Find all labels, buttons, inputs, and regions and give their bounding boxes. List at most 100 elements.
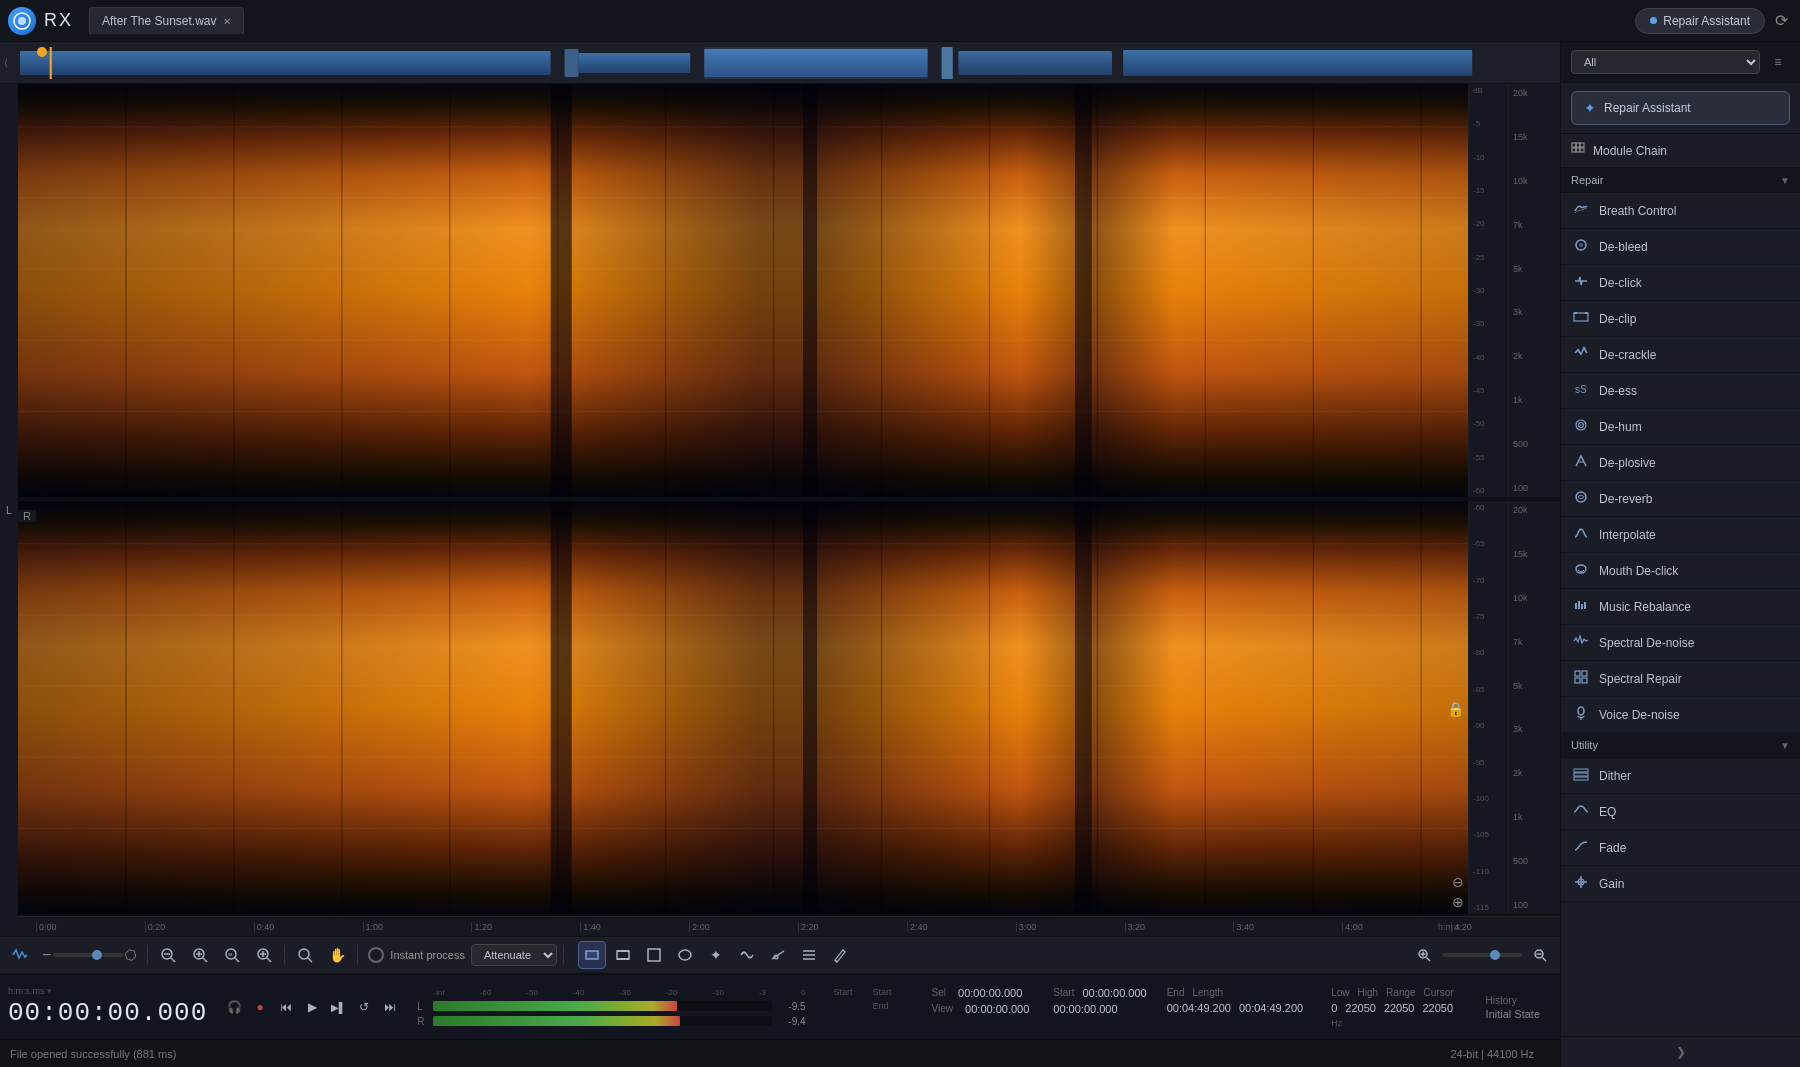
partials-selection-button[interactable] (764, 941, 792, 969)
module-spectral-de-noise[interactable]: Spectral De-noise (1561, 625, 1800, 661)
module-spectral-repair[interactable]: Spectral Repair (1561, 661, 1800, 697)
module-music-rebalance[interactable]: Music Rebalance (1561, 589, 1800, 625)
module-gain[interactable]: Gain (1561, 866, 1800, 902)
meter-scale: -Inf -60 -50 -40 -30 -20 -10 -3 0 (433, 988, 805, 997)
time-selection-button[interactable] (578, 941, 606, 969)
svg-line-85 (835, 960, 837, 962)
tick-340: 3:40 (1233, 922, 1342, 932)
zoom-slider-right[interactable] (1442, 953, 1522, 957)
zoom-increase-icon[interactable]: ⬡ (121, 945, 141, 965)
tab-close-icon[interactable]: ✕ (223, 16, 231, 27)
instant-process-toggle[interactable] (368, 947, 384, 963)
zoom-in-icon[interactable]: ⊕ (1452, 894, 1464, 910)
zoom-fit-button[interactable]: ≡ (218, 941, 246, 969)
repair-assistant-label: Repair Assistant (1663, 14, 1750, 28)
freq-10k: 10k (1513, 176, 1556, 186)
record-button[interactable]: ● (249, 996, 271, 1018)
collapse-overview-button[interactable]: ⟨ (4, 57, 20, 68)
more-modules-button[interactable]: ❯ (1561, 1036, 1800, 1067)
svg-rect-3 (565, 49, 579, 77)
module-fade[interactable]: Fade (1561, 830, 1800, 866)
section-utility-header[interactable]: Utility ▼ (1561, 733, 1800, 758)
play-button[interactable]: ▶ (301, 996, 323, 1018)
spec-top-channel[interactable]: 20k 15k 10k 7k 5k 3k 2k 1k 500 100 (18, 84, 1560, 499)
module-de-crackle[interactable]: De-crackle (1561, 337, 1800, 373)
module-de-reverb[interactable]: De-reverb (1561, 481, 1800, 517)
loop-button[interactable]: ↺ (353, 996, 375, 1018)
meter-scale-row: -Inf -60 -50 -40 -30 -20 -10 -3 0 (417, 988, 805, 997)
overview-waveform[interactable] (20, 47, 1556, 79)
spectrogram-container[interactable]: L (0, 84, 1560, 936)
voice-de-noise-label: Voice De-noise (1599, 708, 1680, 722)
module-filter-select[interactable]: All Repair Utility (1571, 50, 1760, 74)
zoom-selection-button[interactable] (250, 941, 278, 969)
spectral-selection-button[interactable] (640, 941, 668, 969)
right-panel-menu-button[interactable]: ≡ (1766, 50, 1790, 74)
process-mode-select[interactable]: Attenuate Replace Clone (471, 944, 557, 966)
breath-control-label: Breath Control (1599, 204, 1676, 218)
module-mouth-de-click[interactable]: Mouth De-click (1561, 553, 1800, 589)
skip-back-button[interactable]: ⏮ (275, 996, 297, 1018)
module-dither[interactable]: Dither (1561, 758, 1800, 794)
freq-500: 500 (1513, 439, 1556, 449)
module-de-ess[interactable]: sS De-ess (1561, 373, 1800, 409)
zoom-out-button[interactable] (154, 941, 182, 969)
select-zoom-button[interactable] (291, 941, 319, 969)
freq-15k-bot: 15k (1513, 549, 1556, 559)
fade-icon (1571, 838, 1591, 857)
module-interpolate[interactable]: Interpolate (1561, 517, 1800, 553)
module-de-clip[interactable]: De-clip (1561, 301, 1800, 337)
zoom-in-right-button[interactable] (1410, 941, 1438, 969)
spectrogram-view[interactable]: L (0, 84, 1560, 936)
skip-forward-button[interactable]: ⏭ (379, 996, 401, 1018)
svg-line-87 (1427, 958, 1431, 962)
lasso-selection-button[interactable] (671, 941, 699, 969)
module-de-plosive[interactable]: De-plosive (1561, 445, 1800, 481)
waveform-overview[interactable]: ⟨ (0, 42, 1560, 84)
zoom-slider[interactable] (53, 953, 123, 957)
play-selection-button[interactable]: ▶▌ (327, 996, 349, 1018)
file-tab[interactable]: After The Sunset.wav ✕ (89, 7, 244, 34)
module-voice-de-noise[interactable]: Voice De-noise (1561, 697, 1800, 733)
right-panel: All Repair Utility ≡ ✦ Repair Assistant (1560, 42, 1800, 1067)
harmonic-selection-button[interactable] (733, 941, 761, 969)
magic-wand-button[interactable]: ✦ (702, 941, 730, 969)
tick-140: 1:40 (580, 922, 689, 932)
repair-assistant-module-button[interactable]: ✦ Repair Assistant (1571, 91, 1790, 125)
zoom-out-icon[interactable]: ⊖ (1452, 874, 1464, 890)
right-panel-content: Repair ▼ Breath Control (1561, 168, 1800, 1036)
settings-icon[interactable]: ⟳ (1771, 7, 1792, 34)
freq-selection-button[interactable] (609, 941, 637, 969)
module-de-hum[interactable]: De-hum (1561, 409, 1800, 445)
zoom-out-right-button[interactable] (1526, 941, 1554, 969)
svg-line-62 (203, 958, 207, 962)
spectrogram-canvas[interactable]: 20k 15k 10k 7k 5k 3k 2k 1k 500 100 (18, 84, 1560, 936)
zoom-in-button[interactable] (186, 941, 214, 969)
gain-icon (1571, 874, 1591, 893)
pencil-tool-button[interactable] (826, 941, 854, 969)
hand-tool-button[interactable]: ✋ (323, 941, 351, 969)
section-utility-label: Utility (1571, 739, 1780, 751)
section-repair-header[interactable]: Repair ▼ (1561, 168, 1800, 193)
svg-rect-125 (1574, 777, 1588, 780)
zoom-decrease-icon[interactable]: − (42, 946, 51, 964)
module-de-bleed[interactable]: De-bleed (1561, 229, 1800, 265)
channel-select-button[interactable] (795, 941, 823, 969)
freq-2k: 2k (1513, 351, 1556, 361)
center-area: ⟨ (0, 42, 1560, 1067)
module-breath-control[interactable]: Breath Control (1561, 193, 1800, 229)
waveform-style-button[interactable] (6, 941, 34, 969)
toolbar-sep-3 (357, 945, 358, 965)
module-de-click[interactable]: De-click (1561, 265, 1800, 301)
info-start-end: Start 00:00:00.000 00:00:00.000 (1053, 987, 1146, 1028)
repair-assistant-button[interactable]: Repair Assistant (1635, 8, 1765, 34)
de-hum-label: De-hum (1599, 420, 1642, 434)
zoom-lock-icon[interactable]: 🔒 (1447, 701, 1464, 717)
freq-20k-bot: 20k (1513, 505, 1556, 515)
de-click-icon (1571, 273, 1591, 292)
spec-bottom-channel[interactable]: 20k 15k 10k 7k 5k 3k 2k 1k 500 100 (18, 501, 1560, 916)
module-eq[interactable]: EQ (1561, 794, 1800, 830)
module-chain-label: Module Chain (1593, 144, 1667, 158)
headphones-button[interactable]: 🎧 (223, 996, 245, 1018)
module-chain-row[interactable]: Module Chain (1561, 134, 1800, 168)
